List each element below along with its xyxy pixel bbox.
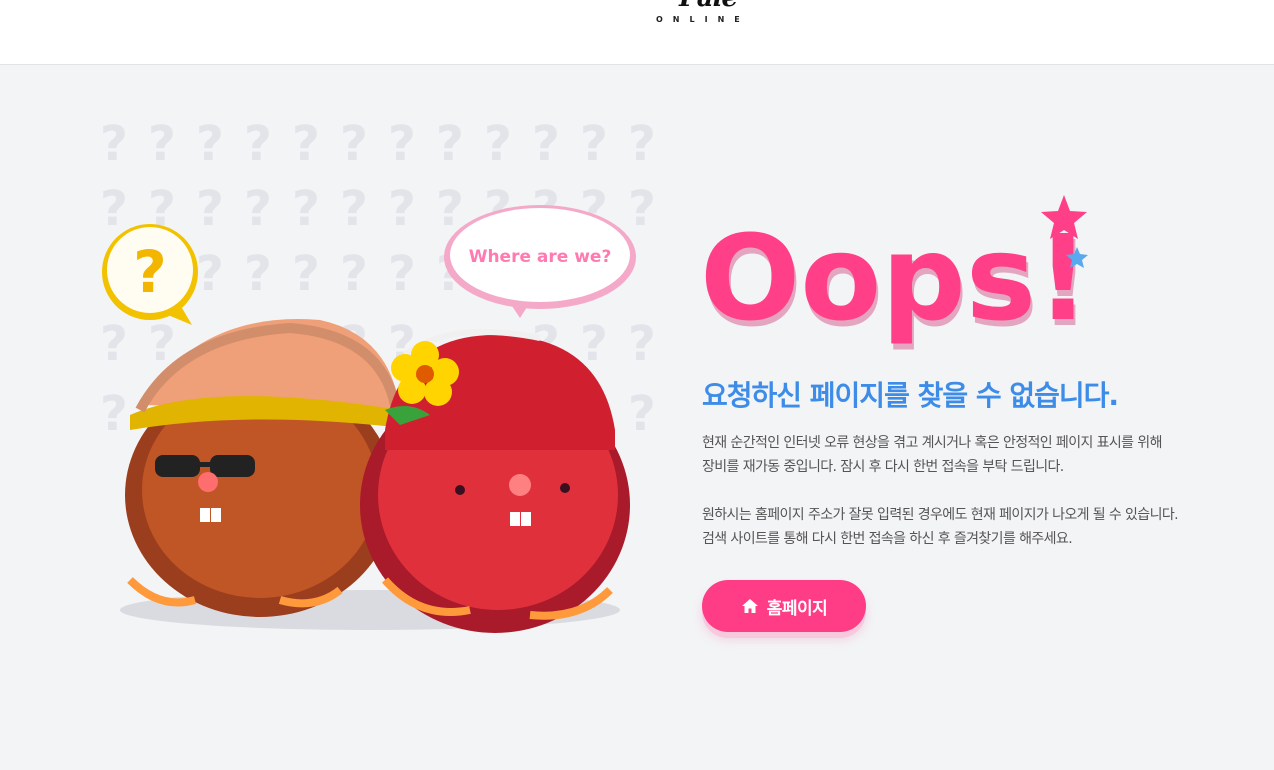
error-description-line: 현재 순간적인 인터넷 오류 현상을 겪고 계시거나 혹은 안정적인 페이지 표… (702, 435, 1162, 451)
svg-text:?: ? (628, 316, 656, 372)
svg-text:?: ? (100, 116, 128, 172)
svg-text:?: ? (196, 246, 224, 302)
home-icon (741, 599, 758, 613)
svg-text:?: ? (388, 246, 416, 302)
question-mark-text: ? (133, 238, 167, 306)
svg-text:?: ? (196, 116, 224, 172)
svg-text:?: ? (292, 116, 320, 172)
moles-illustration: ???????????? ???????????? ?????? ???????… (100, 116, 656, 633)
home-button[interactable]: 홈페이지 (702, 580, 866, 632)
mole-girl (360, 328, 630, 633)
svg-text:?: ? (436, 116, 464, 172)
svg-text:?: ? (388, 116, 416, 172)
svg-text:?: ? (148, 116, 176, 172)
error-description-line: 원하시는 홈페이지 주소가 잘못 입력된 경우에도 현재 페이지가 나오게 될 … (702, 507, 1179, 523)
oops-title-text: Oops! (700, 209, 1090, 347)
svg-text:?: ? (244, 246, 272, 302)
site-logo[interactable]: Pale ONLINE (654, 0, 754, 26)
svg-text:?: ? (100, 181, 128, 237)
logo-subtitle: ONLINE (656, 15, 750, 24)
site-header: Pale ONLINE (0, 0, 1274, 65)
svg-text:?: ? (340, 181, 368, 237)
svg-text:?: ? (340, 116, 368, 172)
home-button-label: 홈페이지 (766, 598, 828, 619)
svg-text:?: ? (580, 316, 608, 372)
svg-text:?: ? (532, 116, 560, 172)
logo-wordmark: Pale (664, 0, 752, 11)
error-headline: 요청하신 페이지를 찾을 수 없습니다. (702, 379, 1119, 412)
svg-text:?: ? (100, 316, 128, 372)
error-description-1: 현재 순간적인 인터넷 오류 현상을 겪고 계시거나 혹은 안정적인 페이지 표… (702, 431, 1242, 479)
svg-text:?: ? (484, 116, 512, 172)
error-description-line: 검색 사이트를 통해 다시 한번 접속을 하신 후 즐겨찾기를 해주세요. (702, 531, 1073, 547)
oops-title: Oops! Oops! (700, 195, 1092, 353)
error-description-line: 장비를 재가동 중입니다. 잠시 후 다시 한번 접속을 부탁 드립니다. (702, 459, 1064, 475)
svg-text:?: ? (292, 181, 320, 237)
speech-bubble-text: Where are we? (469, 247, 612, 267)
speech-bubble: Where are we? (444, 205, 636, 318)
svg-text:?: ? (244, 181, 272, 237)
svg-text:?: ? (628, 116, 656, 172)
svg-text:?: ? (628, 181, 656, 237)
question-bubble: ? (102, 224, 198, 325)
svg-text:?: ? (340, 246, 368, 302)
svg-text:?: ? (388, 181, 416, 237)
svg-text:?: ? (628, 386, 656, 442)
svg-text:?: ? (196, 181, 224, 237)
svg-text:?: ? (100, 386, 128, 442)
svg-text:?: ? (292, 246, 320, 302)
error-description-2: 원하시는 홈페이지 주소가 잘못 입력된 경우에도 현재 페이지가 나오게 될 … (702, 503, 1242, 551)
svg-text:?: ? (580, 116, 608, 172)
svg-text:?: ? (244, 116, 272, 172)
